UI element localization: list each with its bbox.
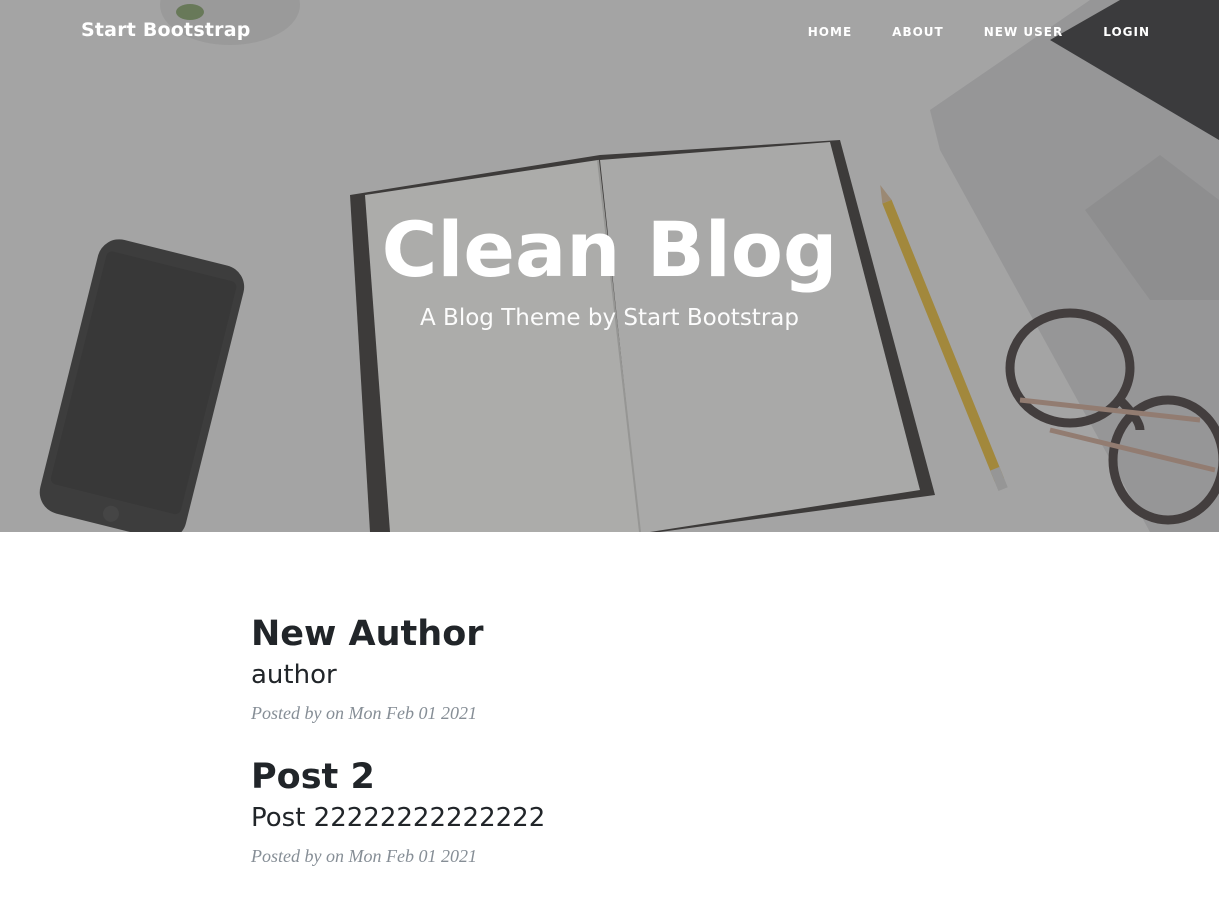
post-title-link[interactable]: Post 2 bbox=[251, 755, 971, 799]
post-list: New Author author Posted by on Mon Feb 0… bbox=[251, 612, 971, 898]
nav-link-home[interactable]: HOME bbox=[808, 25, 852, 39]
nav-link-login[interactable]: LOGIN bbox=[1103, 25, 1150, 39]
nav-link-new-user[interactable]: NEW USER bbox=[984, 25, 1063, 39]
post-subtitle-link[interactable]: author bbox=[251, 658, 971, 692]
nav-links: HOME ABOUT NEW USER LOGIN bbox=[768, 25, 1150, 39]
site-heading: Clean Blog A Blog Theme by Start Bootstr… bbox=[0, 200, 1219, 334]
page-header-hero: Start Bootstrap HOME ABOUT NEW USER LOGI… bbox=[0, 0, 1219, 532]
nav-link-about[interactable]: ABOUT bbox=[892, 25, 944, 39]
navbar-brand-link[interactable]: Start Bootstrap bbox=[81, 19, 251, 41]
post-meta: Posted by on Mon Feb 01 2021 bbox=[251, 846, 477, 866]
post-subtitle-link[interactable]: Post 22222222222222 bbox=[251, 801, 971, 835]
post-meta: Posted by on Mon Feb 01 2021 bbox=[251, 703, 477, 723]
main-navbar: Start Bootstrap HOME ABOUT NEW USER LOGI… bbox=[0, 0, 1219, 66]
site-subtitle: A Blog Theme by Start Bootstrap bbox=[420, 305, 799, 331]
post-title-link[interactable]: New Author bbox=[251, 612, 971, 656]
post-preview: Post 2 Post 22222222222222 Posted by on … bbox=[251, 755, 971, 868]
post-preview: New Author author Posted by on Mon Feb 0… bbox=[251, 612, 971, 725]
site-title: Clean Blog bbox=[381, 205, 838, 294]
